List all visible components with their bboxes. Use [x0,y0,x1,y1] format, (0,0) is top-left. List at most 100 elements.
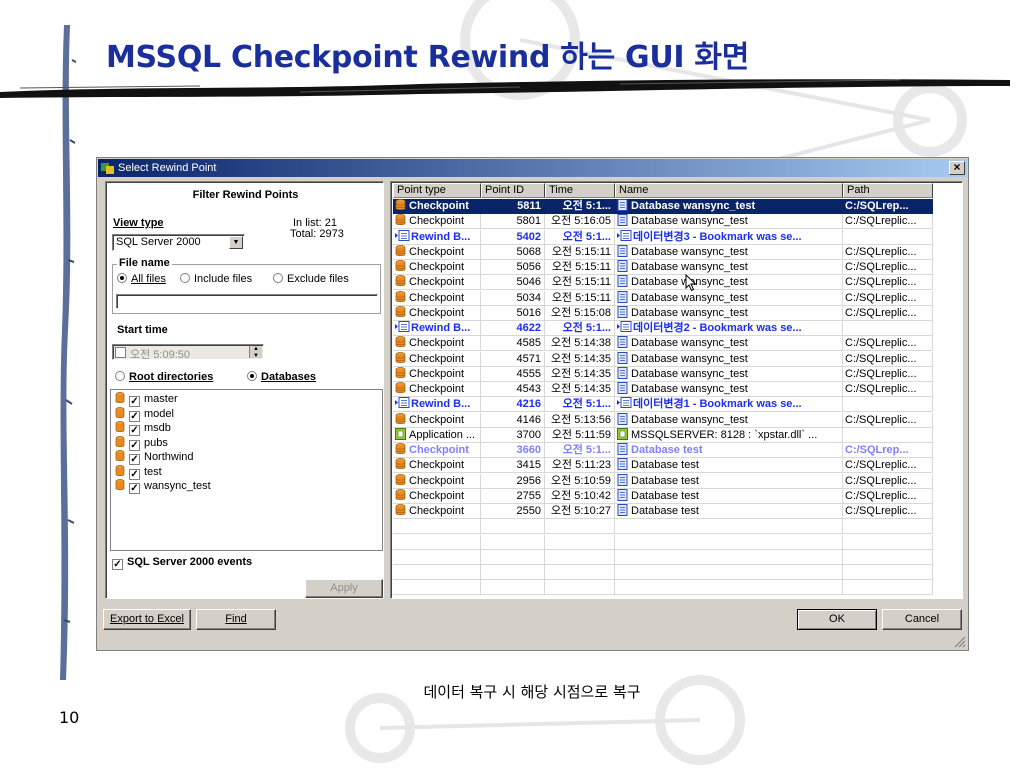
table-row[interactable]: Checkpoint 5068 오전 5:15:11 Database wansync… [393,244,933,260]
table-row[interactable]: Checkpoint 5034 오전 5:15:11 Database wansync… [393,290,933,306]
radio-include-files[interactable]: Include files [180,273,252,285]
document-icon [617,443,628,455]
checkbox-checked-icon[interactable]: ✓ [129,468,140,480]
column-header[interactable]: Time [545,183,615,198]
checkbox-checked-icon[interactable]: ✓ [129,483,140,494]
cell-id: 2550 [481,504,545,519]
dropdown-arrow-icon[interactable]: ▼ [229,236,243,249]
table-row[interactable]: Checkpoint 4571 오전 5:14:35 Database wansync… [393,351,933,367]
table-row[interactable]: Checkpoint 3415 오전 5:11:23 Database test C:/… [393,458,933,474]
table-row[interactable]: Checkpoint 5016 오전 5:15:08 Database wansync… [393,305,933,321]
cell-name: Database wansync_test [615,351,843,367]
table-row[interactable]: Checkpoint 2755 오전 5:10:42 Database test C:/… [393,488,933,504]
ok-button[interactable]: OK [797,609,877,630]
cell-text: 데이터변경2 - Bookmark was se... [633,322,802,334]
time-spinner-icon[interactable]: ▲ ▼ [249,346,262,359]
column-header[interactable]: Point type [393,183,481,198]
table-row[interactable]: Checkpoint 2550 오전 5:10:27 Database test C:/… [393,504,933,519]
cell-type: Rewind B... [393,321,481,336]
cell-text: Checkpoint [409,383,465,395]
table-row[interactable]: Checkpoint 5801 오전 5:16:05 Database wansync… [393,214,933,230]
export-to-excel-button[interactable]: Export to Excel [103,609,191,630]
bookmark-icon [617,397,632,409]
cell-name: Database wansync_test [615,412,843,428]
cell-type: Checkpoint [393,260,481,275]
resize-grip-icon[interactable] [954,636,966,648]
cell-path: C:/SQLreplic... [843,488,933,504]
table-row[interactable]: Checkpoint 5046 오전 5:15:11 Database wansync… [393,275,933,291]
find-button[interactable]: Find [196,609,276,630]
database-icon [395,336,406,348]
cell-name: Database wansync_test [615,305,843,321]
table-row[interactable]: Checkpoint 5811 오전 5:1... Database wansync_… [393,199,933,214]
table-row[interactable]: Checkpoint 4585 오전 5:14:38 Database wansync… [393,336,933,352]
apply-button[interactable]: Apply [305,579,383,598]
database-list-item[interactable]: ✓ Northwind [115,450,194,465]
database-icon [395,504,406,515]
bookmark-icon [617,229,632,241]
rewind-points-grid[interactable]: Point type Point ID Time Name Path Checkpoin… [390,181,963,599]
cell-type [393,580,481,596]
cell-type [393,549,481,565]
database-list-item[interactable]: ✓ wansync_test [115,479,211,494]
cell-text: Checkpoint [409,489,465,502]
table-row[interactable]: Checkpoint 4146 오전 5:13:56 Database wansync… [393,412,933,428]
cell-time [545,549,615,565]
sql-server-events-checkbox[interactable]: ✓ SQL Server 2000 events [112,556,252,570]
checkbox-checked-icon[interactable]: ✓ [129,396,140,407]
document-icon [617,473,628,486]
cell-type [393,565,481,580]
database-icon [115,392,125,403]
checkbox-checked-icon[interactable]: ✓ [129,454,140,465]
cell-text: C:/SQLreplic... [845,215,917,228]
cell-text: Rewind B... [411,398,471,411]
table-row[interactable]: Rewind B... 4216 오전 5:1... 데이터변경1 - Bookmar… [393,397,933,413]
radio-root-directories[interactable]: Root directories [115,371,213,383]
column-header[interactable]: Path [843,183,933,198]
database-list-item[interactable]: ✓ model [115,406,174,422]
cell-text: Checkpoint [409,413,465,426]
database-list[interactable]: ✓ master ✓ model ✓ msdb ✓ pubs ✓ Northwind ✓ test ✓ w… [110,389,383,551]
cell-id: 3700 [481,427,545,443]
column-header[interactable]: Name [615,183,843,198]
table-row[interactable]: Checkpoint 4543 오전 5:14:35 Database wansync… [393,382,933,397]
table-row[interactable]: Checkpoint 4555 오전 5:14:35 Database wansync… [393,366,933,382]
cell-name: Database wansync_test [615,199,843,214]
view-type-select[interactable]: SQL Server 2000 ▼ [112,234,245,251]
application-icon [395,427,406,440]
cancel-button[interactable]: Cancel [882,609,962,630]
start-time-checkbox[interactable] [115,347,126,358]
table-row[interactable]: Application ... 3700 오전 5:11:59 MSSQLSERVER… [393,427,933,443]
table-row[interactable]: Checkpoint 2956 오전 5:10:59 Database test C:/… [393,473,933,489]
start-time-picker[interactable]: 오전 5:09:50 ▲ ▼ [112,344,264,361]
table-row[interactable]: Rewind B... 5402 오전 5:1... 데이터변경3 - Bookmar… [393,229,933,245]
cell-text: Database wansync_test [631,367,748,380]
cell-name: Database wansync_test [615,290,843,306]
column-header[interactable]: Point ID [481,183,545,198]
radio-all-files[interactable]: All files [117,273,166,285]
database-list-item[interactable]: ✓ test [115,464,162,480]
cell-id: 5046 [481,275,545,291]
radio-databases[interactable]: Databases [247,371,316,383]
cell-path: C:/SQLreplic... [843,290,933,306]
checkbox-checked-icon[interactable]: ✓ [129,410,140,422]
checkbox-checked-icon[interactable]: ✓ [129,439,140,451]
table-row[interactable]: Checkpoint 3660 오전 5:1... Database test C:/S… [393,443,933,458]
cell-text: Database wansync_test [631,306,748,319]
window-titlebar[interactable]: Select Rewind Point × [98,159,967,177]
file-name-input[interactable] [116,294,378,309]
cell-text: MSSQLSERVER: 8128 : `xpstar.dll` ... [631,428,818,441]
cell-path [843,549,933,565]
radio-exclude-files[interactable]: Exclude files [273,273,349,285]
database-list-item[interactable]: ✓ master [115,392,178,407]
table-row[interactable]: Rewind B... 4622 오전 5:1... 데이터변경2 - Bookmar… [393,321,933,336]
cell-type: Checkpoint [393,290,481,306]
cell-id: 5056 [481,260,545,275]
cell-type: Checkpoint [393,458,481,474]
table-row[interactable]: Checkpoint 5056 오전 5:15:11 Database wansync… [393,260,933,275]
checkbox-checked-icon[interactable]: ✓ [129,425,140,436]
database-list-item[interactable]: ✓ msdb [115,421,171,436]
database-list-item[interactable]: ✓ pubs [115,435,168,451]
cell-text: 오전 5:1... [562,200,611,212]
close-button[interactable]: × [949,161,965,175]
